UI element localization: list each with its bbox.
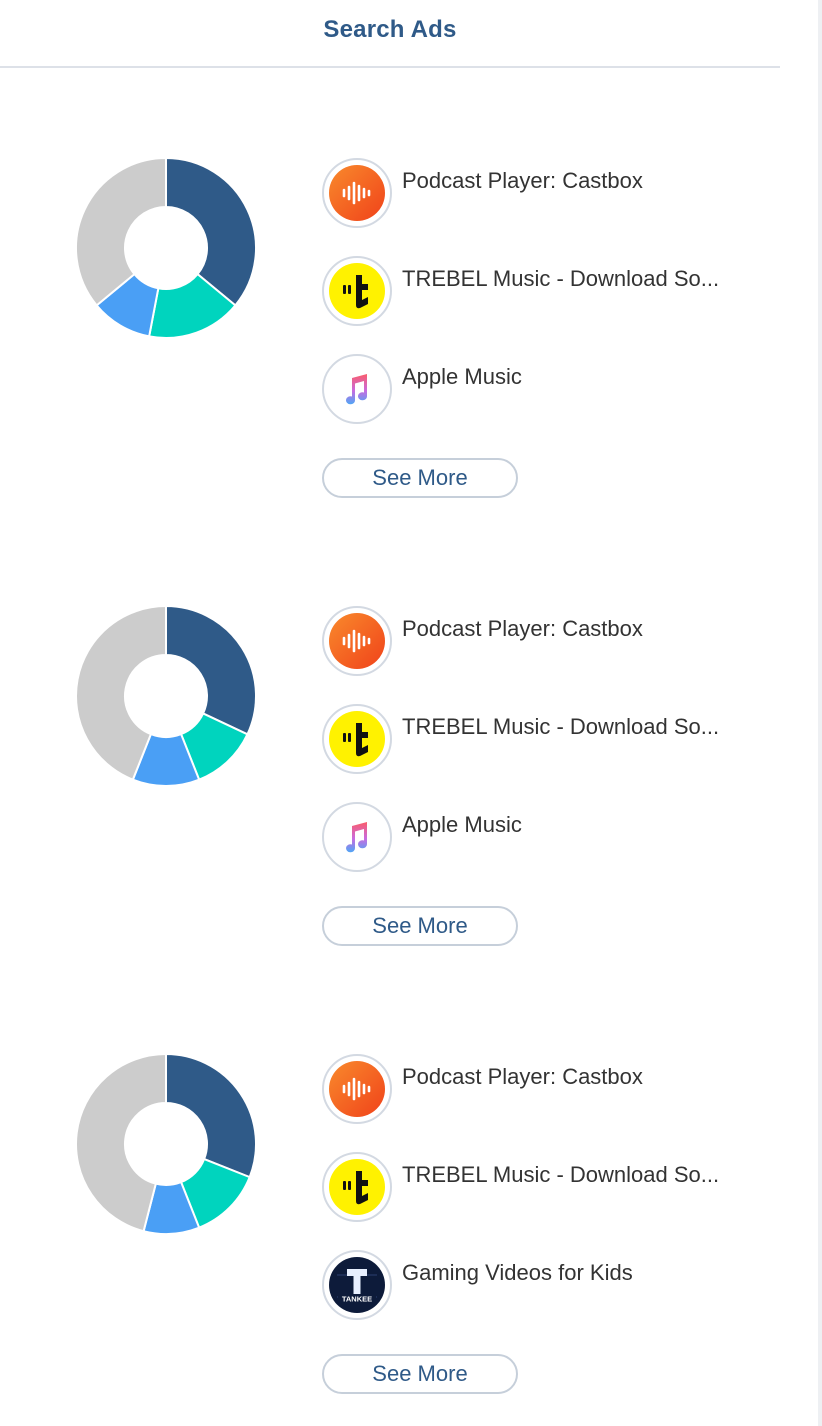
search-ads-group: Podcast Player: Castbox TREBEL Music - D… — [0, 896, 780, 1394]
donut-chart — [75, 604, 257, 787]
app-name: TREBEL Music - Download So... — [402, 714, 720, 739]
castbox-icon — [322, 158, 392, 228]
castbox-icon — [322, 606, 392, 676]
apple-music-icon — [322, 354, 392, 424]
app-name: Apple Music — [402, 364, 522, 389]
app-row[interactable]: TANKEE Gaming Videos for Kids — [322, 1250, 762, 1320]
castbox-icon — [322, 1054, 392, 1124]
donut-chart — [75, 156, 257, 339]
app-row[interactable]: TREBEL Music - Download So... — [322, 704, 762, 774]
app-row[interactable]: Podcast Player: Castbox — [322, 1054, 762, 1124]
app-row[interactable]: Apple Music — [322, 802, 762, 872]
app-name: Gaming Videos for Kids — [402, 1260, 633, 1285]
search-ads-group: Podcast Player: Castbox TREBEL Music - D… — [0, 0, 780, 498]
trebel-icon — [322, 704, 392, 774]
app-row[interactable]: TREBEL Music - Download So... — [322, 256, 762, 326]
app-row[interactable]: TREBEL Music - Download So... — [322, 1152, 762, 1222]
trebel-icon — [322, 256, 392, 326]
app-name: Podcast Player: Castbox — [402, 616, 643, 641]
donut-segment[interactable] — [165, 1052, 257, 1179]
donut-chart — [75, 1052, 257, 1235]
app-name: Podcast Player: Castbox — [402, 1064, 643, 1089]
donut-segment[interactable] — [165, 604, 257, 736]
app-name: TREBEL Music - Download So... — [402, 1162, 720, 1187]
app-row[interactable]: Apple Music — [322, 354, 762, 424]
tankee-icon: TANKEE — [322, 1250, 392, 1320]
trebel-icon — [322, 1152, 392, 1222]
donut-segment[interactable] — [165, 156, 257, 307]
app-row[interactable]: Podcast Player: Castbox — [322, 606, 762, 676]
apple-music-icon — [322, 802, 392, 872]
scrollbar-track[interactable] — [818, 0, 822, 1426]
app-name: Apple Music — [402, 812, 522, 837]
app-name: TREBEL Music - Download So... — [402, 266, 720, 291]
svg-text:TANKEE: TANKEE — [342, 1295, 372, 1304]
app-row[interactable]: Podcast Player: Castbox — [322, 158, 762, 228]
see-more-button[interactable]: See More — [322, 1354, 518, 1394]
app-name: Podcast Player: Castbox — [402, 168, 643, 193]
donut-segment[interactable] — [75, 156, 167, 307]
search-ads-group: Podcast Player: Castbox TREBEL Music - D… — [0, 448, 780, 946]
